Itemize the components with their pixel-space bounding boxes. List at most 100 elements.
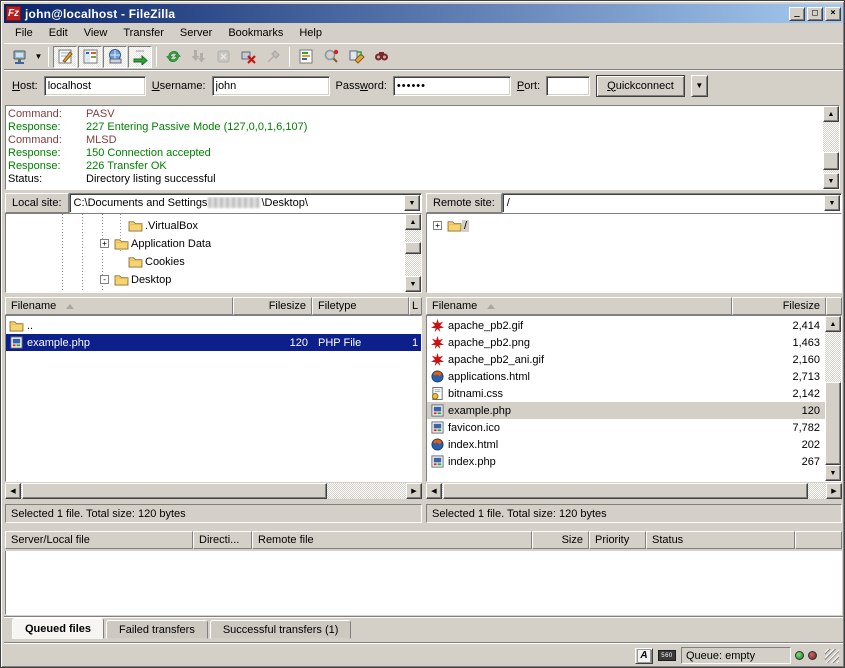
- quickconnect-button[interactable]: Quickconnect: [596, 75, 685, 97]
- scroll-left-icon[interactable]: ◀: [426, 483, 442, 499]
- tree-item[interactable]: Cookies: [114, 253, 187, 270]
- scroll-thumb[interactable]: [405, 242, 421, 254]
- local-site-combobox[interactable]: C:\Documents and Settings\Desktop\ ▼: [69, 193, 422, 213]
- scroll-down-icon[interactable]: ▼: [405, 276, 421, 292]
- column-header-status[interactable]: Status: [646, 531, 795, 549]
- tab-successful-transfers[interactable]: Successful transfers (1): [210, 620, 352, 639]
- menu-view[interactable]: View: [77, 25, 115, 41]
- css-file-icon: [429, 387, 445, 401]
- file-row-selected[interactable]: example.php 120 PHP File 1: [6, 334, 421, 351]
- username-input[interactable]: [212, 76, 330, 96]
- menu-file[interactable]: File: [8, 25, 40, 41]
- menu-edit[interactable]: Edit: [42, 25, 75, 41]
- refresh-icon[interactable]: [161, 46, 185, 68]
- file-row-selected[interactable]: example.php 120: [427, 402, 827, 419]
- collapse-icon[interactable]: -: [100, 275, 109, 284]
- file-row[interactable]: index.html 202: [427, 436, 841, 453]
- resize-grip[interactable]: [825, 649, 839, 663]
- scroll-thumb[interactable]: [823, 152, 839, 170]
- file-row[interactable]: favicon.ico 7,782: [427, 419, 841, 436]
- tree-item[interactable]: - Desktop: [114, 271, 173, 288]
- tab-queued-files[interactable]: Queued files: [12, 618, 104, 639]
- tree-item[interactable]: .VirtualBox: [114, 217, 200, 234]
- column-header-filename[interactable]: Filename: [5, 297, 233, 315]
- column-header-lastmodified[interactable]: L: [409, 297, 422, 315]
- tab-failed-transfers[interactable]: Failed transfers: [106, 620, 208, 639]
- scroll-thumb[interactable]: [443, 483, 808, 499]
- log-line: Response:150 Connection accepted: [8, 147, 821, 160]
- remote-directory-tree[interactable]: + /: [426, 213, 842, 293]
- column-header-priority[interactable]: Priority: [589, 531, 646, 549]
- combo-dropdown-icon[interactable]: ▼: [404, 195, 420, 211]
- expand-icon[interactable]: +: [433, 221, 442, 230]
- toggle-local-tree-icon[interactable]: [78, 46, 102, 68]
- local-directory-tree[interactable]: .VirtualBox + Application Data Cookies -…: [5, 213, 422, 293]
- speed-limits-icon[interactable]: 560: [657, 648, 677, 664]
- remote-list-scrollbar[interactable]: ▲ ▼: [825, 316, 841, 481]
- menu-transfer[interactable]: Transfer: [116, 25, 171, 41]
- compare-directories-icon[interactable]: [319, 46, 343, 68]
- password-input[interactable]: [393, 76, 511, 96]
- toggle-queue-icon[interactable]: [128, 46, 152, 68]
- site-manager-dropdown-icon[interactable]: ▼: [33, 46, 44, 68]
- log-scrollbar[interactable]: ▲ ▼: [823, 106, 839, 189]
- local-tree-scrollbar[interactable]: ▲ ▼: [405, 214, 421, 292]
- close-button[interactable]: ×: [825, 7, 841, 21]
- local-hscrollbar[interactable]: ◀ ▶: [5, 483, 422, 499]
- combo-dropdown-icon[interactable]: ▼: [824, 195, 840, 211]
- tree-item[interactable]: + Application Data: [114, 235, 213, 252]
- scroll-right-icon[interactable]: ▶: [406, 483, 422, 499]
- minimize-button[interactable]: _: [789, 7, 805, 21]
- disconnect-icon[interactable]: [236, 46, 260, 68]
- maximize-button[interactable]: □: [807, 7, 823, 21]
- column-header-server-local-file[interactable]: Server/Local file: [5, 531, 193, 549]
- ascii-transfer-type-icon[interactable]: A: [635, 648, 653, 664]
- file-row[interactable]: apache_pb2.gif 2,414: [427, 317, 841, 334]
- file-row[interactable]: ..: [6, 317, 421, 334]
- remote-file-list[interactable]: apache_pb2.gif 2,414 apache_pb2.png 1,46…: [426, 315, 842, 482]
- file-row[interactable]: apache_pb2_ani.gif 2,160: [427, 351, 841, 368]
- toggle-message-log-icon[interactable]: [53, 46, 77, 68]
- column-header-filename[interactable]: Filename: [426, 297, 732, 315]
- scroll-up-icon[interactable]: ▲: [825, 316, 841, 332]
- menu-server[interactable]: Server: [173, 25, 219, 41]
- column-header-filetype[interactable]: Filetype: [312, 297, 409, 315]
- column-header-filesize[interactable]: Filesize: [732, 297, 826, 315]
- menu-help[interactable]: Help: [292, 25, 329, 41]
- scroll-thumb[interactable]: [825, 382, 841, 465]
- column-header-filesize[interactable]: Filesize: [233, 297, 312, 315]
- cancel-operation-icon[interactable]: [211, 46, 235, 68]
- local-file-list[interactable]: .. example.php 120 PHP File 1: [5, 315, 422, 482]
- file-row[interactable]: index.php 267: [427, 453, 841, 470]
- scroll-right-icon[interactable]: ▶: [826, 483, 842, 499]
- quickconnect-dropdown-icon[interactable]: ▼: [691, 75, 708, 97]
- filter-icon[interactable]: [294, 46, 318, 68]
- process-queue-icon[interactable]: [186, 46, 210, 68]
- file-row[interactable]: apache_pb2.png 1,463: [427, 334, 841, 351]
- find-files-icon[interactable]: [369, 46, 393, 68]
- reconnect-icon[interactable]: [261, 46, 285, 68]
- expand-icon[interactable]: +: [100, 239, 109, 248]
- host-input[interactable]: [44, 76, 146, 96]
- scroll-thumb[interactable]: [22, 483, 327, 499]
- scroll-up-icon[interactable]: ▲: [823, 106, 839, 122]
- file-row[interactable]: applications.html 2,713: [427, 368, 841, 385]
- column-header-direction[interactable]: Directi...: [193, 531, 252, 549]
- remote-site-combobox[interactable]: / ▼: [502, 193, 842, 213]
- title-bar[interactable]: Fz john@localhost - FileZilla _ □ ×: [4, 4, 843, 23]
- file-row[interactable]: bitnami.css 2,142: [427, 385, 841, 402]
- scroll-up-icon[interactable]: ▲: [405, 214, 421, 230]
- scroll-down-icon[interactable]: ▼: [823, 173, 839, 189]
- synchronized-browsing-icon[interactable]: [344, 46, 368, 68]
- column-header-size[interactable]: Size: [532, 531, 589, 549]
- site-manager-icon[interactable]: [8, 46, 32, 68]
- port-input[interactable]: [546, 76, 590, 96]
- column-header-remote-file[interactable]: Remote file: [252, 531, 532, 549]
- queue-list[interactable]: [5, 551, 842, 615]
- scroll-down-icon[interactable]: ▼: [825, 465, 841, 481]
- toggle-remote-tree-icon[interactable]: [103, 46, 127, 68]
- remote-hscrollbar[interactable]: ◀ ▶: [426, 483, 842, 499]
- tree-item[interactable]: + /: [433, 217, 469, 234]
- scroll-left-icon[interactable]: ◀: [5, 483, 21, 499]
- menu-bookmarks[interactable]: Bookmarks: [221, 25, 290, 41]
